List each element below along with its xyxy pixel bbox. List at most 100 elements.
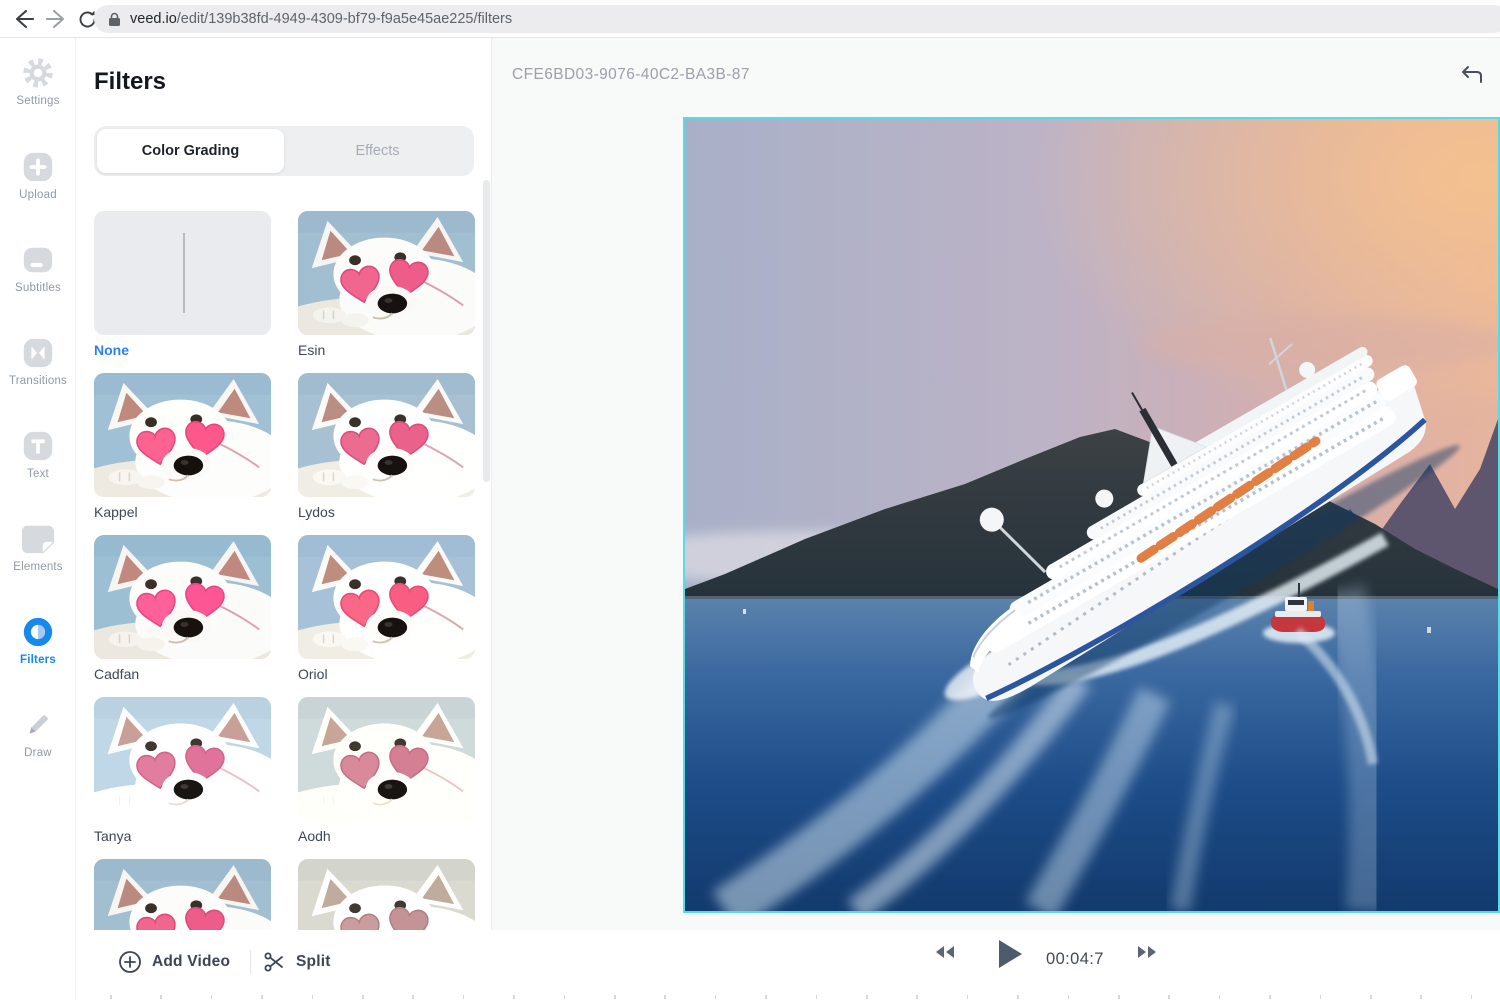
filter-option-none[interactable]: None: [94, 211, 271, 373]
undo-button[interactable]: [1456, 60, 1486, 90]
filter-option-esin[interactable]: Esin: [298, 211, 475, 373]
ruler-tick: [412, 995, 414, 999]
fast-forward-icon: [1136, 944, 1158, 960]
panel-scrollbar[interactable]: [483, 180, 490, 482]
browser-forward-button[interactable]: [42, 4, 72, 34]
ruler-tick: [1219, 995, 1221, 999]
ruler-tick: [110, 995, 112, 999]
ruler-tick: [967, 995, 969, 999]
filter-option-kappel[interactable]: Kappel: [94, 373, 271, 535]
rewind-button[interactable]: [932, 944, 958, 960]
ruler-tick: [1118, 995, 1120, 999]
filter-thumbnail[interactable]: [298, 697, 475, 821]
plus-circle-icon: [118, 950, 142, 974]
sidebar-item-text[interactable]: Text: [0, 410, 76, 503]
sidebar-item-label: Text: [27, 468, 49, 480]
ruler-tick: [614, 995, 616, 999]
filter-thumbnail[interactable]: [94, 697, 271, 821]
rewind-icon: [934, 944, 956, 960]
filter-thumbnail[interactable]: [94, 211, 271, 335]
ruler-tick: [211, 995, 213, 999]
upload-plus-icon: [21, 150, 55, 184]
filter-thumbnail[interactable]: [298, 373, 475, 497]
filter-name: Oriol: [298, 666, 475, 682]
ruler-tick: [1420, 995, 1422, 999]
ruler-tick: [866, 995, 868, 999]
play-button[interactable]: [994, 938, 1026, 970]
sidebar-item-subtitles[interactable]: Subtitles: [0, 224, 76, 317]
ruler-tick: [1320, 995, 1322, 999]
browser-back-button[interactable]: [8, 4, 38, 34]
sidebar-item-upload[interactable]: Upload: [0, 131, 76, 224]
pencil-icon: [21, 708, 55, 742]
scissors-icon: [262, 950, 286, 974]
filter-preview-dog-image: [298, 697, 475, 821]
filters-panel: Filters Color GradingEffects None Esin K…: [76, 38, 492, 1000]
filter-name: Cadfan: [94, 666, 271, 682]
sidebar-item-transitions[interactable]: Transitions: [0, 317, 76, 410]
filter-option-aodh[interactable]: Aodh: [298, 697, 475, 859]
filter-name: Kappel: [94, 504, 271, 520]
ruler-tick: [160, 995, 162, 999]
sidebar-item-label: Transitions: [9, 375, 67, 387]
ruler-tick: [1370, 995, 1372, 999]
gear-icon: [21, 56, 55, 90]
filter-name: Esin: [298, 342, 475, 358]
ruler-tick: [261, 995, 263, 999]
ruler-tick: [816, 995, 818, 999]
tab-color-grading[interactable]: Color Grading: [97, 129, 284, 173]
filter-preview-dog-image: [298, 373, 475, 497]
sidebar-item-label: Elements: [13, 561, 63, 573]
filter-option-cadfan[interactable]: Cadfan: [94, 535, 271, 697]
ruler-tick: [1471, 995, 1473, 999]
sidebar-item-filters[interactable]: Filters: [0, 596, 76, 689]
sidebar-item-label: Subtitles: [15, 282, 61, 294]
ruler-tick: [765, 995, 767, 999]
transitions-icon: [21, 336, 55, 370]
elements-icon: [21, 522, 55, 556]
filter-name: Lydos: [298, 504, 475, 520]
editor-canvas: CFE6BD03-9076-40C2-BA3B-87: [492, 38, 1500, 1000]
tool-sidebar: Settings Upload Subtitles Transitions Te…: [0, 38, 76, 1000]
sidebar-item-elements[interactable]: Elements: [0, 503, 76, 596]
filter-name: Tanya: [94, 828, 271, 844]
filter-preview-dog-image: [94, 697, 271, 821]
undo-arrow-icon: [1459, 65, 1483, 85]
sidebar-item-settings[interactable]: Settings: [0, 38, 76, 131]
ruler-tick: [564, 995, 566, 999]
filter-option-oriol[interactable]: Oriol: [298, 535, 475, 697]
address-bar[interactable]: veed.io/edit/139b38fd-4949-4309-bf79-f9a…: [94, 5, 1500, 33]
sidebar-item-draw[interactable]: Draw: [0, 689, 76, 782]
filter-name: None: [94, 342, 271, 358]
video-preview[interactable]: [683, 117, 1500, 913]
subtitles-icon: [21, 243, 55, 277]
sidebar-item-label: Upload: [19, 189, 57, 201]
filter-thumbnail[interactable]: [298, 535, 475, 659]
veed-editor-window: veed.io/edit/139b38fd-4949-4309-bf79-f9a…: [0, 0, 1500, 1000]
ruler-tick: [1068, 995, 1070, 999]
split-button[interactable]: Split: [262, 947, 331, 977]
sidebar-item-label: Filters: [20, 654, 56, 666]
project-title: CFE6BD03-9076-40C2-BA3B-87: [512, 66, 750, 84]
browser-toolbar: veed.io/edit/139b38fd-4949-4309-bf79-f9a…: [0, 0, 1500, 38]
filter-grid: None Esin Kappel Lydos Cadfan Oriol Tany…: [94, 211, 475, 1000]
filters-tab-bar: Color GradingEffects: [94, 126, 474, 176]
ruler-tick: [1269, 995, 1271, 999]
ruler-tick: [1168, 995, 1170, 999]
add-video-button[interactable]: Add Video: [118, 947, 230, 977]
filter-thumbnail[interactable]: [298, 211, 475, 335]
filter-option-tanya[interactable]: Tanya: [94, 697, 271, 859]
filter-thumbnail[interactable]: [94, 373, 271, 497]
toolbar-divider: [250, 950, 251, 974]
none-filter-mark: [183, 233, 186, 313]
filter-thumbnail[interactable]: [94, 535, 271, 659]
panel-title: Filters: [94, 68, 166, 96]
tab-effects[interactable]: Effects: [284, 129, 471, 173]
fast-forward-button[interactable]: [1134, 944, 1160, 960]
filter-preview-dog-image: [94, 373, 271, 497]
filter-option-lydos[interactable]: Lydos: [298, 373, 475, 535]
filter-preview-dog-image: [94, 535, 271, 659]
ruler-tick: [463, 995, 465, 999]
text-icon: [21, 429, 55, 463]
ruler-tick: [312, 995, 314, 999]
